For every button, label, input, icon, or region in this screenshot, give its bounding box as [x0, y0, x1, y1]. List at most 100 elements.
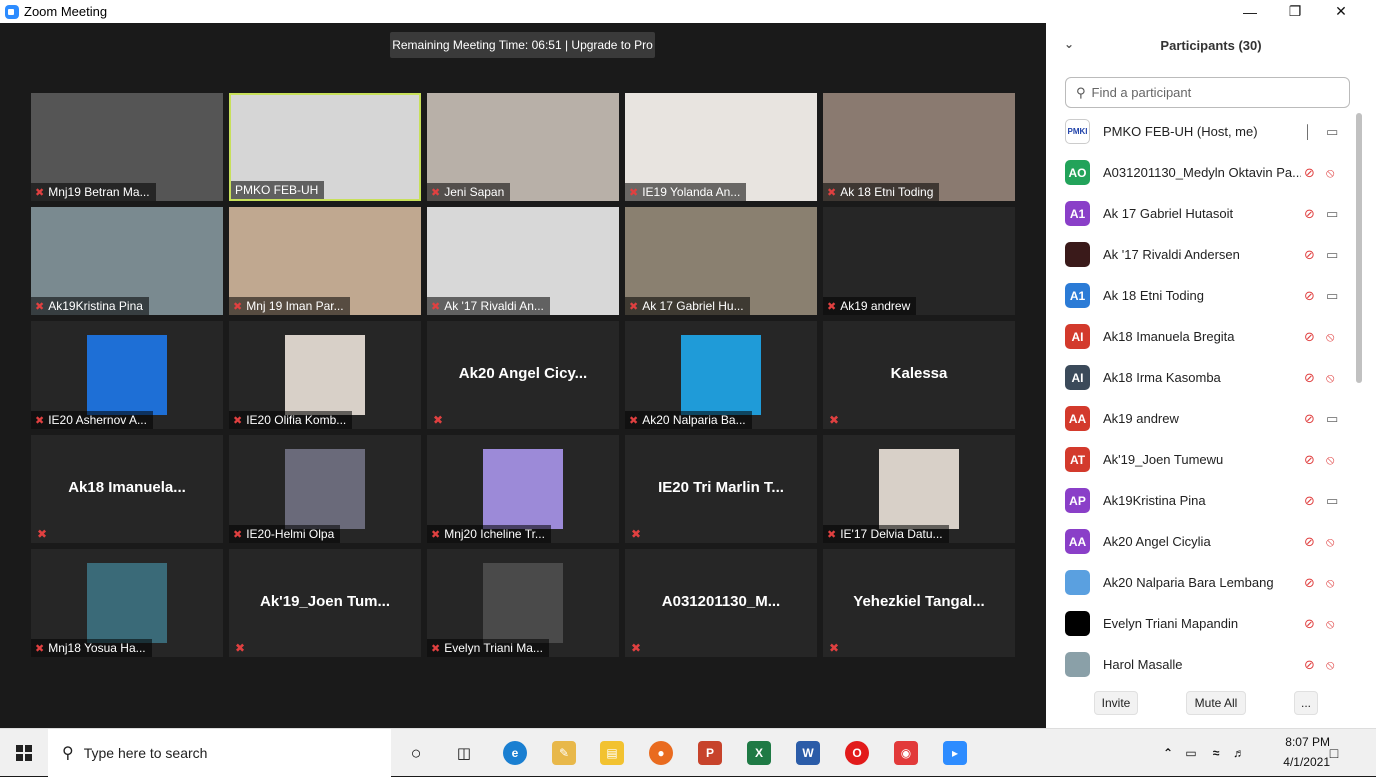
participant-row[interactable]: Evelyn Triani Mapandin ⊘ ⦸ [1046, 603, 1366, 644]
volume-icon[interactable]: ♬ [1227, 741, 1251, 765]
video-tile[interactable]: ✖ Ak '17 Rivaldi An... [427, 207, 619, 315]
chevron-up-icon[interactable]: ⌃ [1156, 741, 1180, 765]
mute-all-button[interactable]: Mute All [1186, 691, 1246, 715]
video-tile[interactable]: IE20 Tri Marlin T... ✖ [625, 435, 817, 543]
participant-row[interactable]: PMKI PMKO FEB-UH (Host, me) │ ▭ [1046, 111, 1366, 152]
video-camera-icon[interactable]: ▭ [1326, 493, 1338, 509]
microphone-icon[interactable]: │ [1304, 124, 1312, 139]
video-off-icon[interactable]: ⦸ [1326, 329, 1334, 345]
file-explorer-icon[interactable]: ▤ [600, 741, 624, 765]
participant-search-input[interactable]: ⚲ Find a participant [1065, 77, 1350, 108]
participant-name-label: ✖ IE19 Yolanda An... [625, 183, 747, 201]
video-tile[interactable]: A031201130_M... ✖ [625, 549, 817, 657]
video-tile[interactable]: ✖ IE20-Helmi Olpa [229, 435, 421, 543]
participant-row[interactable]: AO A031201130_Medyln Oktavin Pa... ⊘ ⦸ [1046, 152, 1366, 193]
video-off-icon[interactable]: ⦸ [1326, 657, 1334, 673]
zoom-taskbar-icon[interactable]: ▸ [943, 741, 967, 765]
video-tile[interactable]: ✖ Ak19Kristina Pina [31, 207, 223, 315]
wifi-icon[interactable]: ≈ [1204, 741, 1228, 765]
muted-mic-icon[interactable]: ⊘ [1304, 452, 1315, 468]
invite-button[interactable]: Invite [1094, 691, 1138, 715]
muted-mic-icon[interactable]: ⊘ [1304, 370, 1315, 386]
muted-mic-icon[interactable]: ⊘ [1304, 575, 1315, 591]
participant-row[interactable]: A1 Ak 18 Etni Toding ⊘ ▭ [1046, 275, 1366, 316]
participant-display-name: A031201130_M... [661, 593, 781, 610]
video-tile[interactable]: ✖ Ak 18 Etni Toding [823, 93, 1015, 201]
muted-mic-icon[interactable]: ⊘ [1304, 411, 1315, 427]
muted-mic-icon[interactable]: ⊘ [1304, 288, 1315, 304]
participant-row[interactable]: AA Ak19 andrew ⊘ ▭ [1046, 398, 1366, 439]
video-tile[interactable]: ✖ Mnj18 Yosua Ha... [31, 549, 223, 657]
word-icon[interactable]: W [796, 741, 820, 765]
video-tile[interactable]: Ak18 Imanuela... ✖ [31, 435, 223, 543]
participant-row[interactable]: AT Ak'19_Joen Tumewu ⊘ ⦸ [1046, 439, 1366, 480]
video-off-icon[interactable]: ⦸ [1326, 165, 1334, 181]
participant-row[interactable]: AI Ak18 Irma Kasomba ⊘ ⦸ [1046, 357, 1366, 398]
powerpoint-icon[interactable]: P [698, 741, 722, 765]
meeting-timer-banner[interactable]: Remaining Meeting Time: 06:51 | Upgrade … [390, 32, 655, 58]
video-camera-icon[interactable]: ▭ [1326, 288, 1338, 304]
edge-icon[interactable]: e [503, 741, 527, 765]
participant-list-scrollbar[interactable] [1356, 113, 1362, 383]
video-off-icon[interactable]: ⦸ [1326, 575, 1334, 591]
video-camera-icon[interactable]: ▭ [1326, 206, 1338, 222]
taskbar-search-box[interactable]: ⚲ Type here to search [48, 729, 391, 777]
muted-mic-icon[interactable]: ⊘ [1304, 657, 1315, 673]
video-tile[interactable]: ✖ IE20 Olifia Komb... [229, 321, 421, 429]
close-button[interactable]: ✕ [1318, 0, 1364, 23]
participant-profile-picture [285, 335, 365, 415]
video-off-icon[interactable]: ⦸ [1326, 370, 1334, 386]
minimize-button[interactable]: — [1227, 0, 1273, 23]
battery-icon[interactable]: ▭ [1179, 741, 1203, 765]
cortana-icon[interactable]: ○ [404, 741, 428, 765]
participant-row[interactable]: Ak20 Nalparia Bara Lembang ⊘ ⦸ [1046, 562, 1366, 603]
muted-mic-icon[interactable]: ⊘ [1304, 329, 1315, 345]
video-tile[interactable]: ✖ Ak 17 Gabriel Hu... [625, 207, 817, 315]
paint-icon[interactable]: ✎ [552, 741, 576, 765]
muted-mic-icon[interactable]: ⊘ [1304, 247, 1315, 263]
video-camera-icon[interactable]: ▭ [1326, 247, 1338, 263]
video-tile[interactable]: Kalessa ✖ [823, 321, 1015, 429]
video-tile[interactable]: ✖ Mnj20 Icheline Tr... [427, 435, 619, 543]
muted-mic-icon: ✖ [433, 413, 444, 427]
video-tile[interactable]: ✖ Ak20 Nalparia Ba... [625, 321, 817, 429]
video-off-icon[interactable]: ⦸ [1326, 534, 1334, 550]
video-tile[interactable]: ✖ Mnj 19 Iman Par... [229, 207, 421, 315]
video-tile[interactable]: ✖ Mnj19 Betran Ma... [31, 93, 223, 201]
video-tile[interactable]: ✖ IE19 Yolanda An... [625, 93, 817, 201]
video-tile[interactable]: ✖ IE20 Ashernov A... [31, 321, 223, 429]
muted-mic-icon[interactable]: ⊘ [1304, 206, 1315, 222]
video-tile[interactable]: Yehezkiel Tangal... ✖ [823, 549, 1015, 657]
task-view-icon[interactable]: ◫ [452, 741, 476, 765]
muted-mic-icon[interactable]: ⊘ [1304, 616, 1315, 632]
participant-row[interactable]: Harol Masalle ⊘ ⦸ [1046, 644, 1366, 679]
participant-row[interactable]: AI Ak18 Imanuela Bregita ⊘ ⦸ [1046, 316, 1366, 357]
video-tile[interactable]: ✖ Evelyn Triani Ma... [427, 549, 619, 657]
video-tile[interactable]: ✖ IE'17 Delvia Datu... [823, 435, 1015, 543]
more-options-button[interactable]: ... [1294, 691, 1318, 715]
chevron-down-icon[interactable]: ⌄ [1064, 37, 1074, 51]
excel-icon[interactable]: X [747, 741, 771, 765]
windows-start-icon[interactable] [16, 745, 32, 761]
firefox-icon[interactable]: ● [649, 741, 673, 765]
video-tile[interactable]: Ak'19_Joen Tum... ✖ [229, 549, 421, 657]
opera-icon[interactable]: O [845, 741, 869, 765]
muted-mic-icon[interactable]: ⊘ [1304, 165, 1315, 181]
video-tile[interactable]: PMKO FEB-UH [229, 93, 421, 201]
video-tile[interactable]: ✖ Jeni Sapan [427, 93, 619, 201]
participant-row[interactable]: AP Ak19Kristina Pina ⊘ ▭ [1046, 480, 1366, 521]
muted-mic-icon[interactable]: ⊘ [1304, 493, 1315, 509]
maximize-button[interactable]: ❐ [1272, 0, 1318, 23]
video-camera-icon[interactable]: ▭ [1326, 411, 1338, 427]
participant-row[interactable]: A1 Ak 17 Gabriel Hutasoit ⊘ ▭ [1046, 193, 1366, 234]
video-camera-icon[interactable]: ▭ [1326, 124, 1338, 140]
app-icon[interactable]: ◉ [894, 741, 918, 765]
video-tile[interactable]: Ak20 Angel Cicy... ✖ [427, 321, 619, 429]
participant-row[interactable]: Ak '17 Rivaldi Andersen ⊘ ▭ [1046, 234, 1366, 275]
video-tile[interactable]: ✖ Ak19 andrew [823, 207, 1015, 315]
notification-icon[interactable]: □ [1322, 741, 1346, 765]
participant-row[interactable]: AA Ak20 Angel Cicylia ⊘ ⦸ [1046, 521, 1366, 562]
video-off-icon[interactable]: ⦸ [1326, 452, 1334, 468]
video-off-icon[interactable]: ⦸ [1326, 616, 1334, 632]
muted-mic-icon[interactable]: ⊘ [1304, 534, 1315, 550]
